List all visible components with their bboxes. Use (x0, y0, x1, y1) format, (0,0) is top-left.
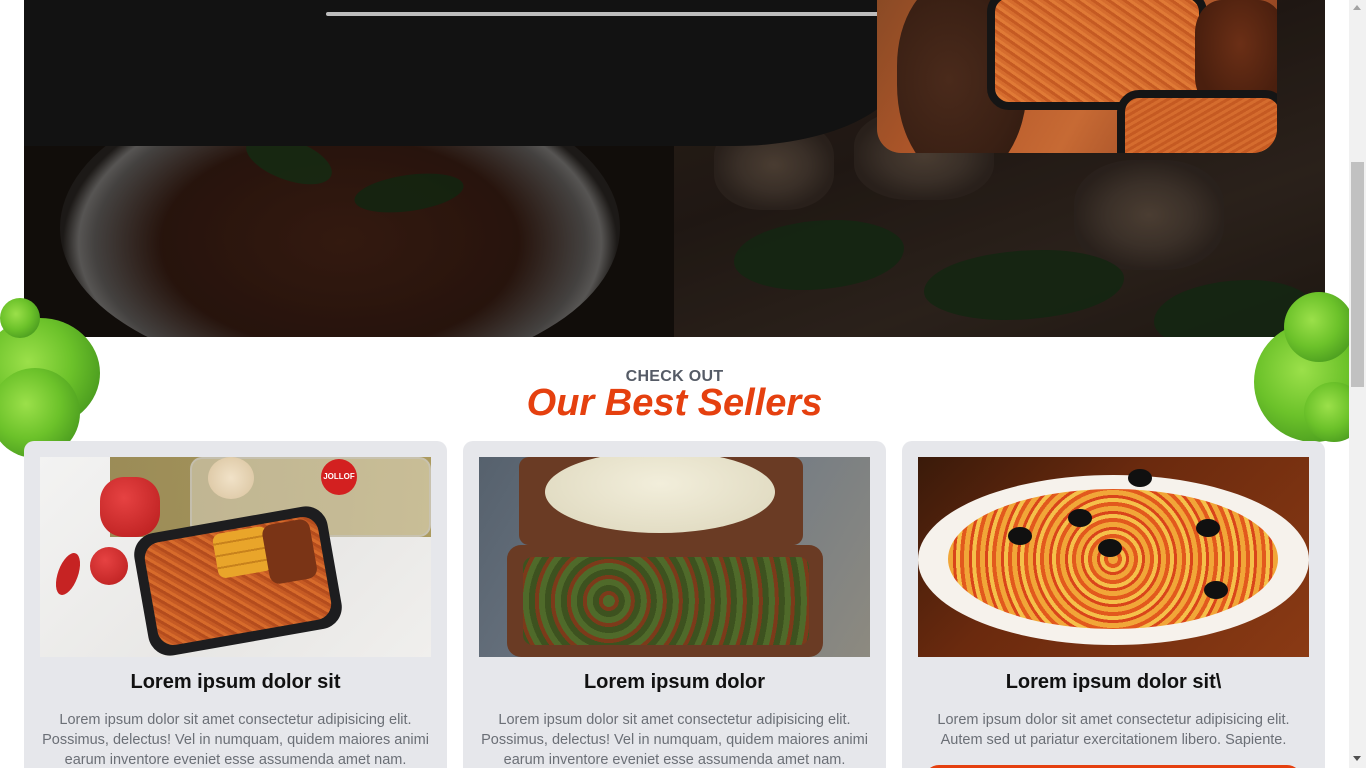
hero-banner (24, 0, 1325, 337)
card-title[interactable]: Lorem ipsum dolor sit\ (902, 671, 1325, 694)
scroll-up-icon[interactable] (1353, 5, 1361, 10)
card-description: Lorem ipsum dolor sit amet consectetur a… (481, 712, 868, 768)
card-title[interactable]: Lorem ipsum dolor sit (24, 671, 447, 694)
product-card[interactable]: JOLLOF Lorem ipsum dolor sit Lorem ipsum… (24, 441, 447, 768)
pasta-image (918, 457, 1309, 657)
page-scrollbar[interactable] (1349, 0, 1366, 768)
scroll-down-icon[interactable] (1353, 756, 1361, 761)
hero-jollof-photo (877, 0, 1277, 153)
product-card[interactable]: Lorem ipsum dolor sit\ Lorem ipsum dolor… (902, 441, 1325, 768)
hero-dark-panel (24, 0, 904, 146)
jollof-badge: JOLLOF (321, 459, 357, 495)
product-card[interactable]: Lorem ipsum dolor Lorem ipsum dolor sit … (463, 441, 886, 768)
pounded-yam-image (479, 457, 870, 657)
scrollbar-thumb[interactable] (1351, 162, 1364, 387)
jollof-rice-image: JOLLOF (40, 457, 431, 657)
section-title: Our Best Sellers (526, 382, 823, 424)
card-title[interactable]: Lorem ipsum dolor (463, 671, 886, 694)
card-description: Lorem ipsum dolor sit amet consectetur a… (937, 712, 1290, 748)
card-description: Lorem ipsum dolor sit amet consectetur a… (42, 712, 429, 768)
decorative-divider (326, 12, 886, 16)
